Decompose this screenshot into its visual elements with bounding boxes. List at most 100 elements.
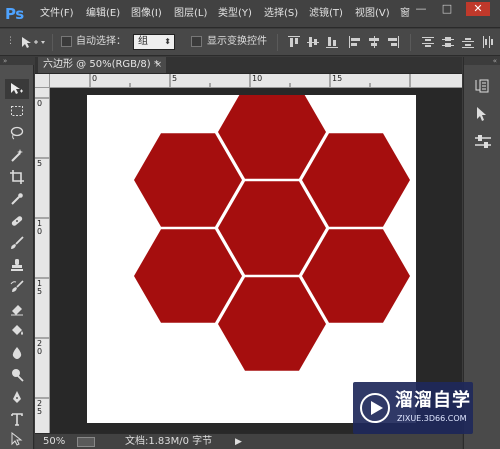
watermark-url: ZIXUE.3D66.COM (397, 414, 467, 423)
pen-icon (13, 391, 21, 403)
menu-edit[interactable]: 编辑(E) (86, 7, 120, 21)
history-brush-icon (10, 280, 24, 292)
align-bottom-icon[interactable] (326, 36, 338, 48)
ruler-top-label: 0 (92, 74, 98, 83)
app-logo: Ps (5, 5, 24, 23)
adjustments-panel-button[interactable] (473, 133, 493, 151)
watermark-title: 溜溜自学 (395, 390, 471, 411)
clone-stamp-tool[interactable] (5, 255, 29, 275)
move-tool-icon (11, 83, 23, 94)
lasso-tool[interactable] (5, 123, 29, 143)
hexagon-artwork[interactable] (87, 85, 416, 423)
marquee-tool[interactable] (5, 101, 29, 121)
ruler-left-label: 1 5 (37, 279, 43, 296)
auto-select-value: 组 (138, 36, 148, 47)
blur-tool[interactable] (5, 343, 29, 363)
ruler-top-label: 15 (332, 74, 343, 83)
hexagon-shape[interactable] (302, 229, 410, 323)
history-icon (475, 79, 489, 93)
menu-select[interactable]: 选择(S) (264, 7, 298, 21)
history-panel-button[interactable] (473, 77, 493, 95)
crop-tool[interactable] (5, 167, 29, 187)
options-grip-icon: ⋮ (6, 36, 15, 46)
document-tab-bar: 六边形 @ 50%(RGB/8) * × (35, 57, 462, 73)
hexagon-shape[interactable] (134, 133, 242, 227)
menu-view[interactable]: 视图(V) (355, 7, 390, 21)
options-separator (277, 34, 278, 51)
options-separator (410, 34, 411, 51)
align-right-icon[interactable] (387, 36, 399, 48)
restore-button[interactable]: □ (436, 2, 458, 16)
ruler-corner (35, 74, 50, 88)
dodge-icon (12, 369, 24, 382)
type-tool[interactable] (5, 409, 29, 429)
eyedropper-icon (11, 193, 23, 205)
toolbox: » (0, 57, 34, 449)
dropdown-arrow-icon: ⬍ (164, 37, 171, 46)
tool-presets-button[interactable] (473, 105, 493, 123)
menu-layer[interactable]: 图层(L) (174, 7, 207, 21)
type-icon (11, 413, 23, 426)
magic-wand-icon (11, 149, 23, 162)
horizontal-ruler[interactable]: 0 5 10 15 (50, 74, 462, 88)
menu-type[interactable]: 类型(Y) (218, 7, 252, 21)
play-logo-icon (360, 393, 390, 423)
align-vertical-center-icon[interactable] (307, 36, 319, 48)
align-top-icon[interactable] (288, 36, 300, 48)
toolbox-collapse-icon[interactable]: » (0, 57, 34, 65)
dodge-tool[interactable] (5, 365, 29, 385)
path-selection-tool[interactable] (5, 429, 29, 449)
document-tab[interactable]: 六边形 @ 50%(RGB/8) * × (38, 57, 166, 73)
paint-bucket-icon (12, 325, 23, 335)
align-left-icon[interactable] (349, 36, 361, 48)
lasso-icon (10, 126, 24, 140)
ruler-left-label: 2 0 (37, 339, 43, 356)
bandage-icon (11, 216, 23, 226)
panel-expand-icon[interactable]: « (464, 57, 500, 65)
hexagon-shape[interactable] (134, 229, 242, 323)
hexagon-shape[interactable] (302, 133, 410, 227)
zoom-preview-icon (77, 437, 95, 447)
eyedropper-tool[interactable] (5, 189, 29, 209)
brush-tool[interactable] (5, 233, 29, 253)
zoom-level[interactable]: 50% (43, 435, 65, 449)
brush-icon (11, 236, 24, 249)
vertical-ruler[interactable]: 0 5 1 0 1 5 2 0 2 5 (35, 88, 50, 433)
tab-close-icon[interactable]: × (154, 57, 162, 73)
options-separator (52, 34, 53, 51)
hexagon-shape[interactable] (218, 277, 326, 371)
paint-bucket-tool[interactable] (5, 321, 29, 341)
hexagon-shape[interactable] (218, 85, 326, 179)
pen-tool[interactable] (5, 387, 29, 407)
magic-wand-tool[interactable] (5, 145, 29, 165)
show-transform-checkbox[interactable] (191, 36, 202, 47)
ruler-top-label: 10 (252, 74, 263, 83)
menu-image[interactable]: 图像(I) (131, 7, 162, 21)
auto-select-dropdown[interactable]: 组 ⬍ (133, 34, 175, 50)
ruler-left-label: 2 5 (37, 399, 43, 416)
status-bar: 50% 文档:1.83M/0 字节 ▶ (35, 433, 462, 449)
menu-file[interactable]: 文件(F) (40, 7, 74, 21)
show-transform-label: 显示变换控件 (207, 36, 267, 47)
move-tool-preset-icon[interactable] (20, 36, 46, 50)
hexagon-shape[interactable] (218, 181, 326, 275)
minimize-button[interactable]: — (410, 2, 432, 16)
history-brush-tool[interactable] (5, 277, 29, 297)
distribute-top-icon[interactable] (422, 36, 434, 48)
eraser-tool[interactable] (5, 299, 29, 319)
ruler-left-label: 0 (37, 99, 43, 108)
distribute-bottom-icon[interactable] (462, 36, 474, 48)
menu-window[interactable]: 窗 (400, 7, 410, 21)
auto-select-checkbox[interactable] (61, 36, 72, 47)
healing-brush-tool[interactable] (5, 211, 29, 231)
menu-filter[interactable]: 滤镜(T) (309, 7, 343, 21)
canvas[interactable] (87, 85, 416, 423)
close-button[interactable]: ✕ (466, 2, 490, 16)
status-menu-arrow-icon[interactable]: ▶ (235, 435, 242, 449)
distribute-vertical-center-icon[interactable] (442, 36, 454, 48)
move-tool[interactable] (5, 79, 29, 99)
align-horizontal-center-icon[interactable] (368, 36, 380, 48)
stamp-icon (11, 259, 23, 271)
rect-marquee-icon (11, 106, 23, 116)
distribute-left-icon[interactable] (482, 36, 494, 48)
